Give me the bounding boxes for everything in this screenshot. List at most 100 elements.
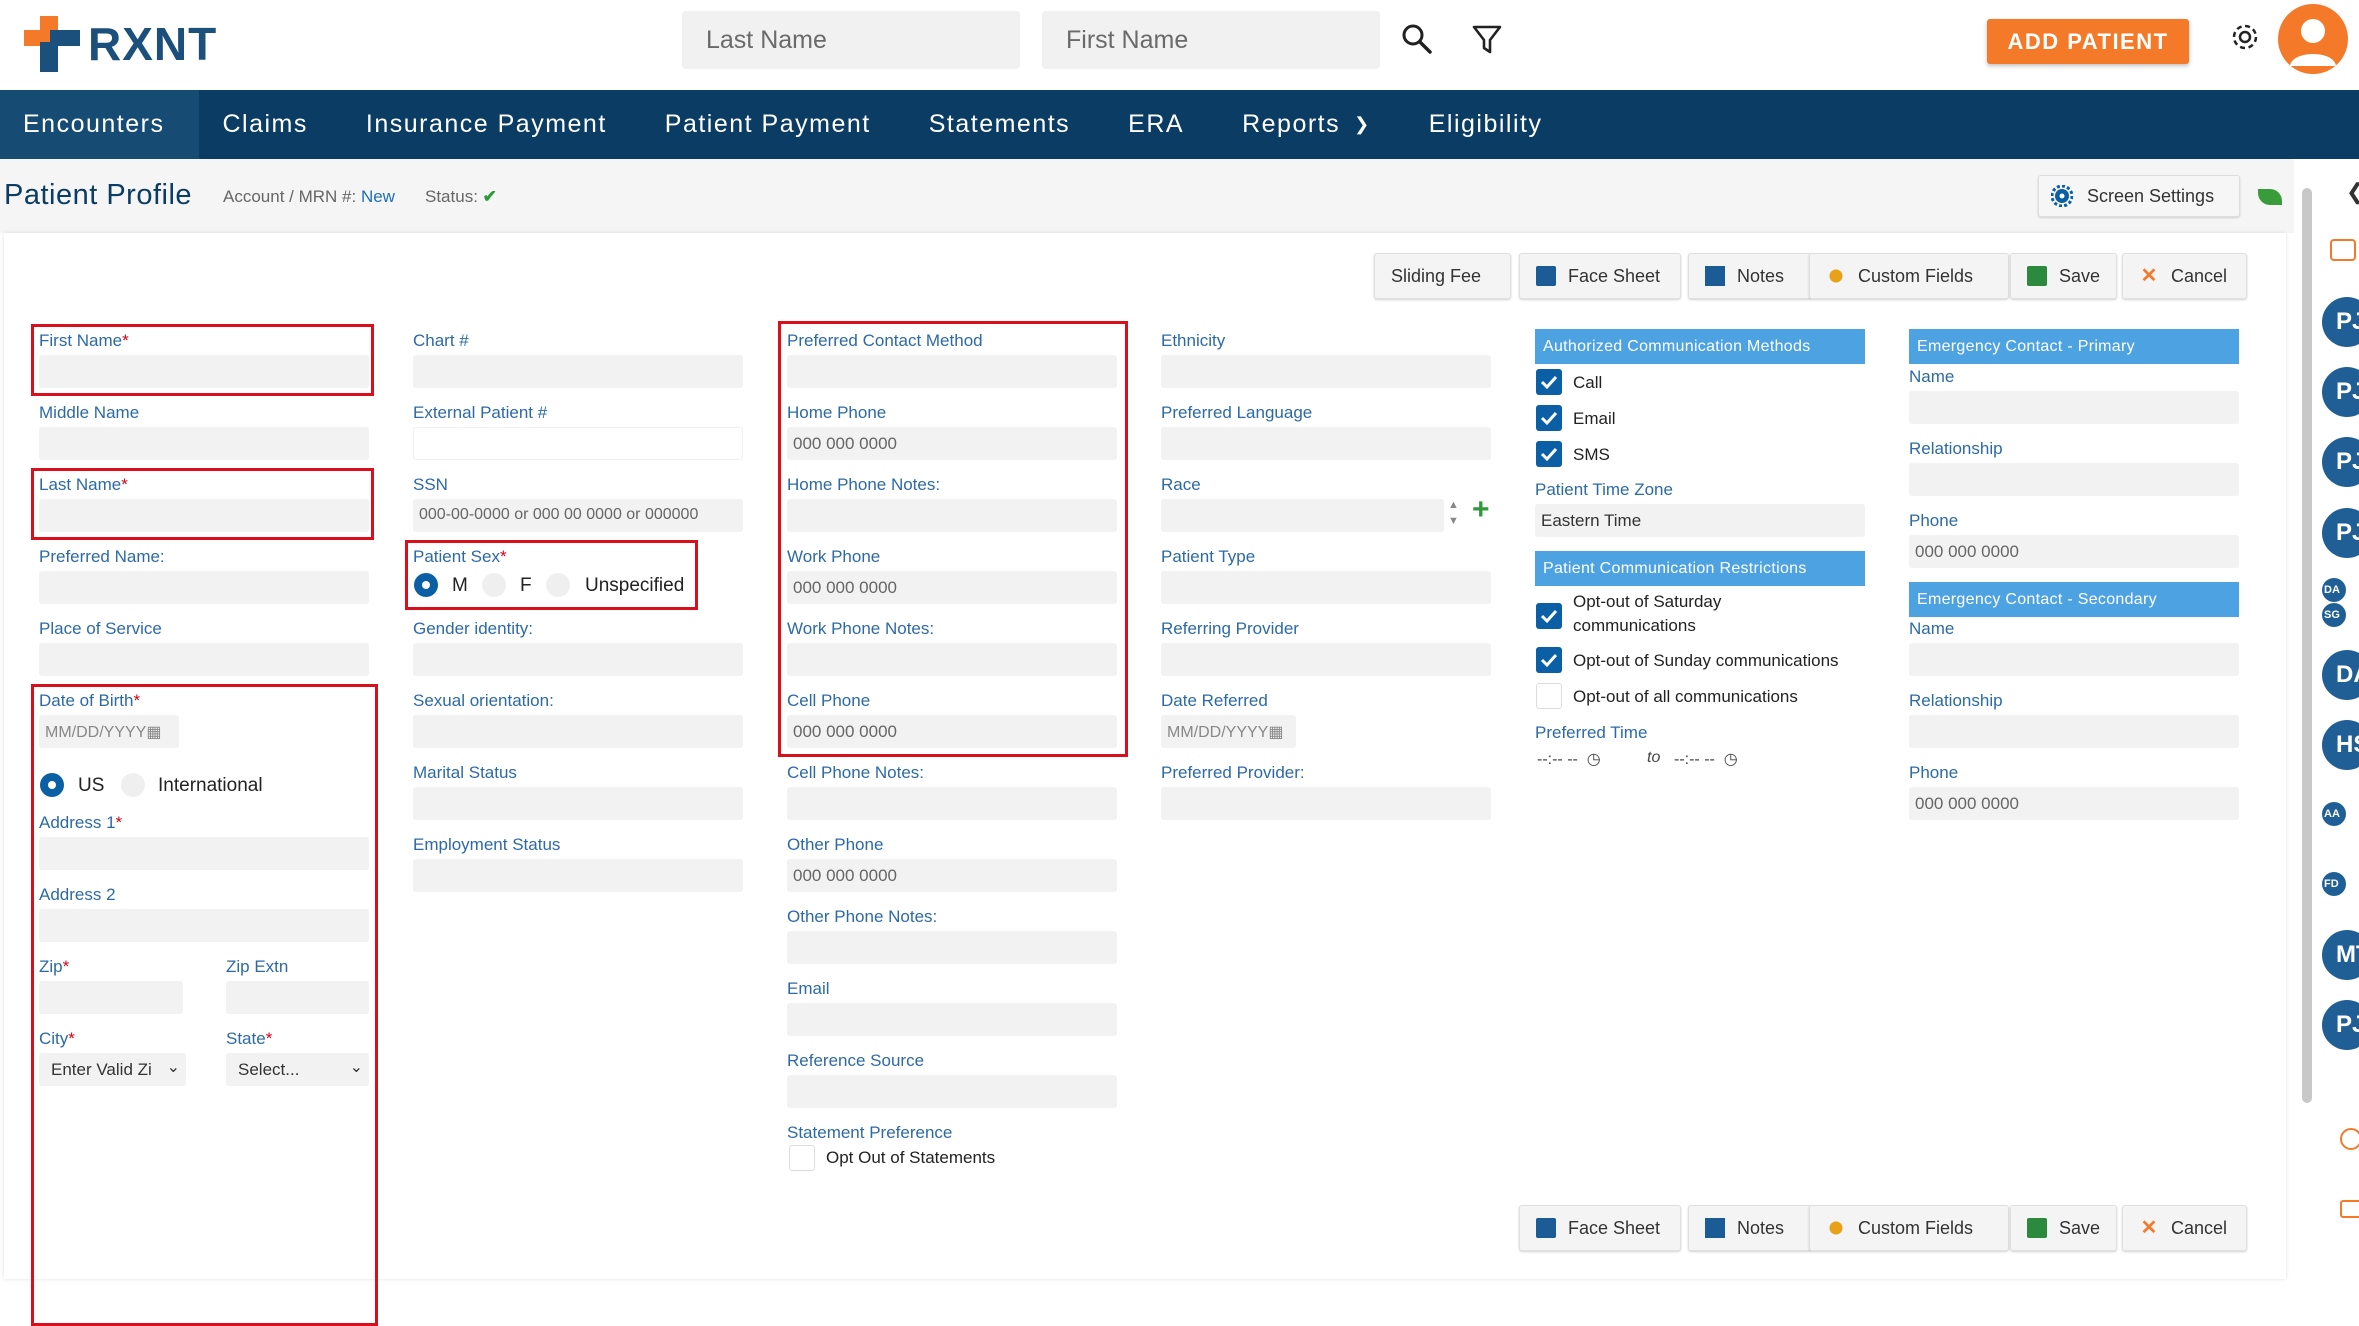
save-button[interactable]: Save (2010, 253, 2117, 299)
place-of-service-input[interactable] (39, 643, 369, 676)
screen-settings-button[interactable]: Screen Settings (2038, 175, 2240, 217)
preferred-language-select[interactable] (1161, 427, 1491, 460)
call-checkbox[interactable] (1536, 369, 1562, 395)
time-to-input[interactable]: --:-- -- ◷ (1674, 749, 1738, 769)
chart-input[interactable] (413, 355, 743, 388)
primary-relationship-select[interactable] (1909, 463, 2239, 496)
last-name-input[interactable] (39, 499, 369, 532)
save-button-bottom[interactable]: Save (2010, 1205, 2117, 1251)
ssn-input[interactable]: 000-00-0000 or 000 00 0000 or 000000 (413, 499, 743, 532)
patient-type-select[interactable] (1161, 571, 1491, 604)
address2-input[interactable] (39, 909, 369, 942)
nav-statements[interactable]: Statements (906, 90, 1105, 159)
avatar-fd-small[interactable]: FD (2322, 872, 2346, 896)
date-referred-input[interactable]: MM/DD/YYYY▦ (1161, 715, 1296, 748)
time-from-input[interactable]: --:-- -- ◷ (1537, 749, 1601, 769)
notes-button[interactable]: Notes (1688, 253, 1812, 299)
avatar-pj-2[interactable]: PJ (2322, 367, 2359, 417)
country-us-radio[interactable] (40, 773, 64, 797)
preferred-contact-select[interactable] (787, 355, 1117, 388)
opt-out-saturday-checkbox[interactable] (1536, 603, 1562, 629)
custom-fields-button-bottom[interactable]: Custom Fields (1809, 1205, 2009, 1251)
first-name-input[interactable] (39, 355, 369, 388)
ethnicity-select[interactable] (1161, 355, 1491, 388)
sexual-orientation-select[interactable] (413, 715, 743, 748)
zip-input[interactable] (39, 981, 183, 1014)
avatar-sg-small[interactable]: SG (2322, 603, 2346, 627)
vertical-scrollbar[interactable] (2302, 188, 2312, 1103)
preferred-provider-input[interactable] (1161, 787, 1491, 820)
cell-phone-notes-input[interactable] (787, 787, 1117, 820)
avatar-da[interactable]: DA (2322, 650, 2359, 700)
cancel-button-bottom[interactable]: ✕ Cancel (2122, 1205, 2247, 1251)
nav-encounters[interactable]: Encounters (0, 90, 200, 159)
secondary-relationship-select[interactable] (1909, 715, 2239, 748)
face-sheet-button[interactable]: Face Sheet (1519, 253, 1681, 299)
nav-reports[interactable]: Reports ❯ (1219, 90, 1406, 159)
preferred-name-input[interactable] (39, 571, 369, 604)
message-icon[interactable] (2340, 1200, 2359, 1218)
cancel-button[interactable]: ✕ Cancel (2122, 253, 2247, 299)
avatar-aa-small[interactable]: AA (2322, 802, 2346, 826)
custom-fields-button[interactable]: Custom Fields (1809, 253, 2009, 299)
avatar-pj-3[interactable]: PJ (2322, 437, 2359, 487)
face-sheet-button-bottom[interactable]: Face Sheet (1519, 1205, 1681, 1251)
check-circle-icon[interactable] (2340, 1128, 2359, 1150)
email-checkbox[interactable] (1536, 405, 1562, 431)
sliding-fee-button[interactable]: Sliding Fee (1374, 253, 1511, 299)
home-phone-input[interactable]: 000 000 0000 (787, 427, 1117, 460)
employment-status-select[interactable] (413, 859, 743, 892)
leaf-icon[interactable] (2258, 189, 2282, 205)
chat-icon[interactable] (2330, 239, 2356, 261)
time-zone-select[interactable]: Eastern Time (1535, 504, 1865, 537)
race-select[interactable] (1161, 499, 1444, 532)
sms-checkbox[interactable] (1536, 441, 1562, 467)
address1-input[interactable] (39, 837, 369, 870)
stepper-arrows-icon[interactable]: ▲ ▼ (1448, 497, 1459, 529)
state-select[interactable]: Select... ⌄ (226, 1053, 369, 1086)
avatar-da-small[interactable]: DA (2322, 578, 2346, 602)
marital-status-select[interactable] (413, 787, 743, 820)
primary-name-input[interactable] (1909, 391, 2239, 424)
primary-phone-input[interactable]: 000 000 0000 (1909, 535, 2239, 568)
user-avatar[interactable] (2278, 4, 2348, 74)
nav-claims[interactable]: Claims (199, 90, 342, 159)
nav-patient-payment[interactable]: Patient Payment (642, 90, 906, 159)
first-name-search-input[interactable] (1042, 11, 1380, 69)
other-phone-input[interactable]: 000 000 0000 (787, 859, 1117, 892)
sex-m-radio[interactable] (414, 573, 438, 597)
filter-icon[interactable] (1470, 22, 1504, 56)
reference-source-select[interactable] (787, 1075, 1117, 1108)
work-phone-input[interactable]: 000 000 0000 (787, 571, 1117, 604)
nav-eligibility[interactable]: Eligibility (1406, 90, 1578, 159)
secondary-phone-input[interactable]: 000 000 0000 (1909, 787, 2239, 820)
last-name-search-input[interactable] (682, 11, 1020, 69)
gender-identity-select[interactable] (413, 643, 743, 676)
referring-provider-input[interactable] (1161, 643, 1491, 676)
avatar-pj-4[interactable]: PJ (2322, 508, 2359, 558)
opt-out-statements-checkbox[interactable] (789, 1145, 815, 1171)
secondary-name-input[interactable] (1909, 643, 2239, 676)
avatar-pj-5[interactable]: PJ (2322, 1000, 2359, 1050)
other-phone-notes-input[interactable] (787, 931, 1117, 964)
rxnt-logo[interactable]: RXNT (24, 14, 217, 74)
work-phone-notes-input[interactable] (787, 643, 1117, 676)
opt-out-sunday-checkbox[interactable] (1536, 647, 1562, 673)
add-patient-button[interactable]: ADD PATIENT (1987, 19, 2189, 64)
add-race-icon[interactable]: + (1472, 493, 1490, 527)
nav-era[interactable]: ERA (1105, 90, 1219, 159)
zip-extn-input[interactable] (226, 981, 369, 1014)
gear-icon[interactable] (2228, 20, 2262, 54)
notes-button-bottom[interactable]: Notes (1688, 1205, 1812, 1251)
nav-insurance-payment[interactable]: Insurance Payment (343, 90, 642, 159)
chevron-left-icon[interactable]: ❮ (2346, 179, 2359, 205)
email-input[interactable] (787, 1003, 1117, 1036)
avatar-mt[interactable]: MT (2322, 930, 2359, 980)
cell-phone-input[interactable]: 000 000 0000 (787, 715, 1117, 748)
avatar-pj-1[interactable]: PJ (2322, 297, 2359, 347)
home-phone-notes-input[interactable] (787, 499, 1117, 532)
city-select[interactable]: Enter Valid Zi ⌄ (39, 1053, 186, 1086)
opt-out-all-checkbox[interactable] (1536, 683, 1562, 709)
country-international-radio[interactable] (121, 773, 145, 797)
avatar-hs[interactable]: HS (2322, 720, 2359, 770)
